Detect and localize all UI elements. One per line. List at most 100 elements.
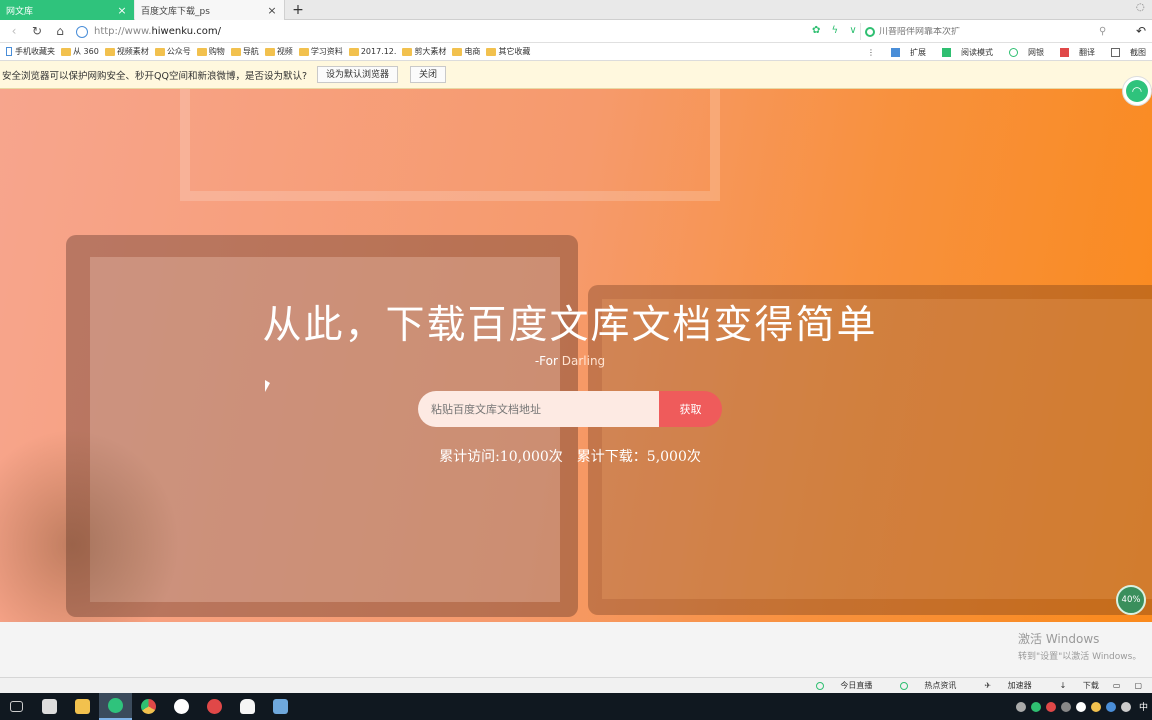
360-browser-icon[interactable] xyxy=(99,693,132,720)
start-tile-icon[interactable] xyxy=(33,693,66,720)
reload-icon[interactable]: ↻ xyxy=(29,23,45,39)
volume-icon[interactable] xyxy=(1120,701,1131,712)
bookmark-folder[interactable]: 其它收藏 xyxy=(486,46,530,57)
bookmark-folder[interactable]: 电商 xyxy=(452,46,480,57)
bookmark-folder[interactable]: 视频素材 xyxy=(104,46,149,57)
close-icon[interactable]: × xyxy=(116,4,128,17)
speed-badge[interactable]: 40% xyxy=(1116,585,1146,615)
bookmark-folder[interactable]: 视频 xyxy=(264,46,293,57)
pen-icon[interactable] xyxy=(1015,701,1026,712)
set-default-button[interactable]: 设为默认浏览器 xyxy=(317,66,399,83)
wechat-icon[interactable] xyxy=(165,693,198,720)
search-engine-icon xyxy=(865,26,875,37)
phone-icon xyxy=(900,681,909,690)
undo-icon[interactable]: ↶ xyxy=(1136,24,1146,38)
restore-icon[interactable]: ◌ xyxy=(1136,2,1150,16)
tray-app-icon[interactable] xyxy=(1090,701,1101,712)
rocket-icon: ✈ xyxy=(984,681,994,690)
wifi-icon[interactable] xyxy=(1030,701,1041,712)
wifi-icon: ◠ xyxy=(1126,80,1148,102)
bookmark-folder[interactable]: 购物 xyxy=(196,46,225,57)
doc-url-form: 获取 xyxy=(418,391,722,427)
folder-icon xyxy=(348,47,359,56)
browser-status-bar: 今日直播 热点资讯 ✈ 加速器 ↓ 下载 ▭ ▢ xyxy=(0,677,1152,693)
notepad-icon[interactable] xyxy=(264,693,297,720)
more-icon[interactable]: ⋮ xyxy=(867,48,875,57)
tab-title: 百度文库下载_ps xyxy=(141,6,210,17)
mouse-cursor-icon xyxy=(265,380,270,392)
phone-icon xyxy=(6,47,12,56)
folder-icon xyxy=(104,47,115,56)
bookmark-folder[interactable]: 剪大素材 xyxy=(402,46,446,57)
tray-app-icon[interactable] xyxy=(1060,701,1071,712)
bookmark-mobile[interactable]: 手机收藏夹 xyxy=(6,46,55,57)
security-icons[interactable]: ✿ ϟ ∨ xyxy=(812,25,861,36)
translate-button[interactable]: 翻译 xyxy=(1052,47,1095,58)
reading-mode-button[interactable]: 阅读模式 xyxy=(934,47,993,58)
folder-icon xyxy=(264,47,275,56)
antivirus-icon[interactable] xyxy=(1045,701,1056,712)
qq-icon[interactable] xyxy=(231,693,264,720)
activation-watermark: 激活 Windows 转到"设置"以激活 Windows。 xyxy=(1018,632,1142,662)
windows-taskbar: 中 xyxy=(0,693,1152,720)
new-tab-button[interactable]: + xyxy=(290,0,306,20)
scissors-icon xyxy=(1111,47,1120,57)
ime-indicator[interactable]: 中 xyxy=(1139,700,1148,713)
bookmark-folder[interactable]: 公众号 xyxy=(154,46,191,57)
fetch-button[interactable]: 获取 xyxy=(659,391,722,427)
live-button[interactable]: 今日直播 xyxy=(802,680,872,691)
hero-subtitle: -For Darling xyxy=(534,354,606,368)
bookmark-folder[interactable]: 从 360 xyxy=(61,46,99,57)
accelerator-button[interactable]: ✈ 加速器 xyxy=(970,680,1031,691)
netease-music-icon[interactable] xyxy=(198,693,231,720)
screenshot-button[interactable]: 截图 xyxy=(1103,47,1146,58)
close-icon[interactable]: × xyxy=(266,4,278,17)
url-field[interactable]: http://www.hiwenku.com/ xyxy=(76,23,806,40)
wechat-tray-icon[interactable] xyxy=(1075,701,1086,712)
folder-icon xyxy=(402,47,413,56)
folder-icon xyxy=(154,47,165,56)
wifi-float-button[interactable]: ◠ xyxy=(1122,76,1152,106)
layout-icon[interactable]: ▢ xyxy=(1134,681,1142,690)
folder-icon xyxy=(196,47,207,56)
globe-icon xyxy=(76,25,88,38)
translate-icon xyxy=(1060,47,1069,57)
tab-baidu-download[interactable]: 百度文库下载_ps × xyxy=(135,0,285,20)
tab-title: 网文库 xyxy=(6,6,34,17)
back-icon[interactable]: ‹ xyxy=(6,23,22,39)
home-icon[interactable]: ⌂ xyxy=(52,23,68,39)
folder-icon xyxy=(486,47,497,56)
search-input[interactable] xyxy=(879,26,1099,37)
grid-icon xyxy=(891,47,900,57)
network-icon[interactable] xyxy=(1105,701,1116,712)
chrome-icon[interactable] xyxy=(132,693,165,720)
system-tray: 中 xyxy=(1011,693,1148,720)
search-box[interactable]: ⚲ xyxy=(860,23,1116,40)
doc-url-input[interactable] xyxy=(418,391,659,427)
tab-bar: 网文库 × 百度文库下载_ps × + ◌ xyxy=(0,0,1152,20)
shield-icon xyxy=(1009,47,1018,57)
folder-icon xyxy=(230,47,241,56)
notice-text: 安全浏览器可以保护网购安全、秒开QQ空间和新浪微博，是否设为默认? xyxy=(2,70,307,82)
bookmark-folder[interactable]: 导航 xyxy=(230,46,259,57)
default-browser-notice: 安全浏览器可以保护网购安全、秒开QQ空间和新浪微博，是否设为默认? 设为默认浏览… xyxy=(0,61,1152,89)
tab-wenku[interactable]: 网文库 × xyxy=(0,0,134,20)
close-notice-button[interactable]: 关闭 xyxy=(410,66,447,83)
folder-icon xyxy=(452,47,463,56)
hero-headline: 从此，下载百度文库文档变得简单 xyxy=(262,303,878,348)
extensions-button[interactable]: 扩展 xyxy=(883,47,926,58)
url-text: http://www.hiwenku.com/ xyxy=(94,26,221,37)
window-icon[interactable]: ▭ xyxy=(1113,681,1121,690)
task-view-icon[interactable] xyxy=(0,693,33,720)
bookmark-folder[interactable]: 学习资料 xyxy=(298,46,343,57)
download-icon: ↓ xyxy=(1059,681,1069,690)
bookmark-folder[interactable]: 2017.12. xyxy=(348,47,396,56)
address-bar: ‹ ↻ ⌂ http://www.hiwenku.com/ ✿ ϟ ∨ ⚲ ↶ xyxy=(0,20,1152,43)
file-explorer-icon[interactable] xyxy=(66,693,99,720)
bank-button[interactable]: 网银 xyxy=(1001,47,1044,58)
download-button[interactable]: ↓ 下载 xyxy=(1046,680,1099,691)
toolbar-right: ⋮ 扩展 阅读模式 网银 翻译 截图 xyxy=(859,43,1146,61)
search-icon[interactable]: ⚲ xyxy=(1099,26,1106,37)
folder-icon xyxy=(298,47,309,56)
news-button[interactable]: 热点资讯 xyxy=(886,680,956,691)
